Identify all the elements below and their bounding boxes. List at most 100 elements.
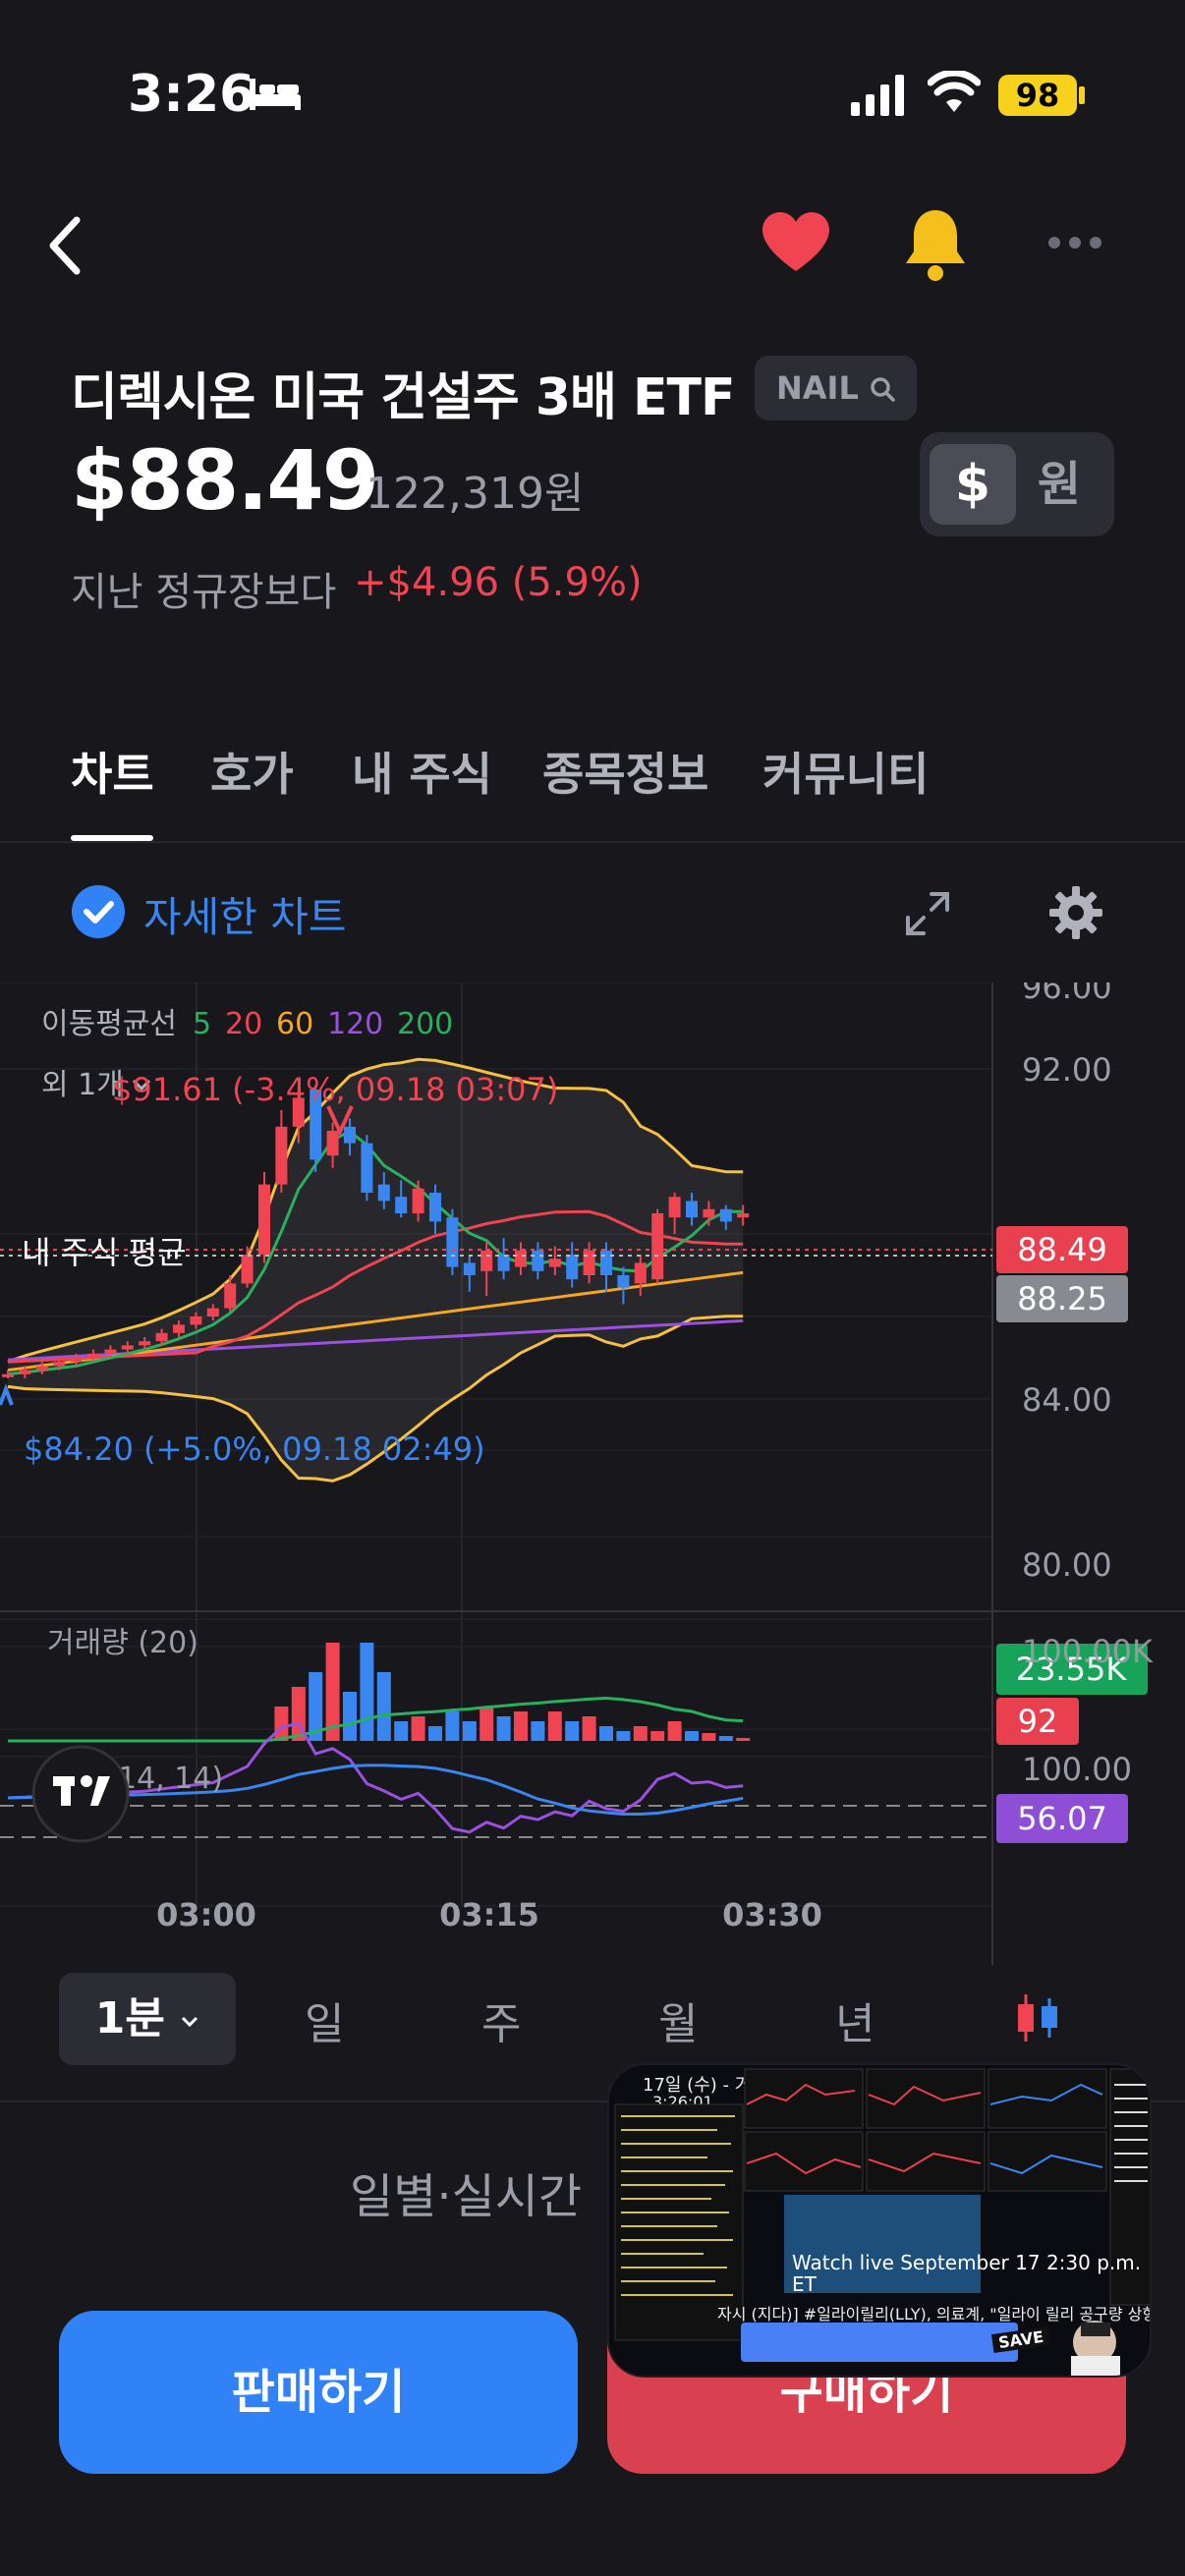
candle-body (651, 1213, 664, 1280)
y-tick-label: 84.00 (1022, 1381, 1112, 1419)
period-week[interactable]: 주 (481, 1988, 521, 2051)
period-year[interactable]: 년 (835, 1988, 875, 2051)
heart-icon[interactable] (761, 210, 831, 275)
price-krw: 122,319원 (366, 469, 585, 519)
chevron-left-icon[interactable] (47, 214, 86, 277)
ma-legend: 5 20 60 120 200 (193, 1007, 453, 1041)
pip-video-overlay[interactable]: 17일 (수) - 거래일 기준 3:26:01 Watch live Sept… (607, 2063, 1152, 2378)
rsi-axis-max: 100.00 (1022, 1751, 1132, 1788)
candle-body (326, 1131, 339, 1156)
currency-usd-option[interactable]: $ (930, 444, 1016, 525)
pip-news-ticker: 자시 (지다)] #일라이릴리(LLY), 의료계, "일라이 릴리 공구량 상… (717, 2305, 1152, 2324)
volume-label: 거래량 (20) (47, 1626, 198, 1660)
volume-bar (360, 1643, 374, 1741)
volume-bar (411, 1716, 425, 1741)
high-annotation: $91.61 (-3.4%, 09.18 03:07) (112, 1071, 558, 1108)
period-month[interactable]: 월 (658, 1988, 698, 2051)
volume-bar (394, 1721, 409, 1741)
status-time: 3:26 (128, 65, 255, 124)
tab-my-stock[interactable]: 내 주식 (352, 739, 492, 804)
volume-bar (376, 1672, 391, 1741)
ma-legend-item: 5 (193, 1007, 211, 1041)
candle-body (548, 1259, 561, 1267)
pip-live-text: Watch live September 17 2:30 p.m. ET (792, 2251, 1142, 2296)
candle-body (53, 1362, 66, 1367)
candle-body (668, 1197, 681, 1218)
change-value: +$4.96 (5.9%) (354, 560, 643, 605)
battery-level: 98 (998, 75, 1077, 116)
search-icon (871, 377, 895, 402)
candle-body (121, 1345, 134, 1350)
ma-legend-item: 120 (327, 1007, 383, 1041)
volume-bar (445, 1711, 460, 1741)
interval-selector[interactable]: 1분 (59, 1973, 236, 2065)
candlestick-type-icon[interactable] (1012, 1992, 1063, 2044)
price-chart[interactable]: 88.49 88.25 23.55K 92 56.07 100.00K 100.… (0, 982, 1185, 1965)
candle-body (600, 1250, 612, 1275)
low-annotation: $84.20 (+5.0%, 09.18 02:49) (24, 1430, 485, 1468)
ma-legend-item: 60 (276, 1007, 313, 1041)
candle-body (70, 1358, 83, 1363)
volume-bar (565, 1721, 580, 1741)
candle-body (173, 1324, 185, 1333)
bell-icon[interactable] (900, 206, 971, 283)
candle-body (87, 1353, 99, 1358)
candle-body (258, 1184, 270, 1255)
period-day[interactable]: 일 (305, 1988, 344, 2051)
candle-body (703, 1208, 715, 1218)
candle-body (155, 1332, 168, 1342)
candle-body (361, 1143, 373, 1193)
volume-bar (531, 1721, 545, 1741)
detail-chart-label[interactable]: 자세한 차트 (143, 884, 347, 944)
volume-bar (343, 1692, 357, 1741)
candle-body (463, 1262, 476, 1275)
y-tick-label: 80.00 (1022, 1546, 1112, 1584)
candle-body (532, 1250, 544, 1271)
tab-stock-info[interactable]: 종목정보 (542, 739, 708, 804)
candle-body (686, 1201, 698, 1218)
candle-body (515, 1250, 527, 1267)
change-label: 지난 정규장보다 (71, 570, 337, 615)
expand-icon[interactable] (902, 888, 953, 939)
volume-bar (274, 1707, 289, 1741)
current-price-tag: 88.49 (1017, 1231, 1107, 1268)
volume-bar (582, 1716, 596, 1741)
tab-divider (0, 841, 1185, 843)
y-tick-label: 96.00 (1022, 982, 1112, 1006)
tab-chart[interactable]: 차트 (71, 739, 154, 804)
ma-legend-item: 20 (225, 1007, 262, 1041)
candle-body (35, 1366, 48, 1371)
volume-bar (462, 1721, 477, 1741)
candle-body (497, 1255, 510, 1271)
gear-icon[interactable] (1047, 884, 1104, 941)
candle-body (429, 1193, 441, 1222)
volume-bar (702, 1733, 716, 1741)
volume-bar (496, 1716, 511, 1741)
tab-orderbook[interactable]: 호가 (210, 739, 294, 804)
tab-community[interactable]: 커뮤니티 (762, 739, 929, 804)
avg-price-tag: 88.25 (1017, 1280, 1107, 1317)
daily-realtime-label[interactable]: 일별·실시간 (350, 2157, 582, 2226)
candle-body (224, 1283, 237, 1309)
volume-bar (616, 1731, 631, 1741)
cellular-signal-icon (851, 75, 904, 116)
volume-ma-line (8, 1696, 744, 1743)
low-arrow-icon (0, 1383, 14, 1406)
volume-bar (650, 1731, 665, 1741)
check-circle-icon[interactable] (71, 884, 126, 939)
currency-krw-option[interactable]: 원 (1016, 444, 1102, 525)
x-tick-label: 03:00 (156, 1896, 256, 1933)
volume-count-tag: 92 (1018, 1703, 1058, 1740)
volume-axis-max: 100.00K (1022, 1633, 1154, 1670)
candle-body (737, 1213, 750, 1218)
volume-bar (547, 1711, 562, 1741)
more-icon[interactable] (1047, 236, 1102, 250)
ticker-label: NAIL (776, 369, 859, 407)
candle-body (241, 1255, 254, 1284)
candle-body (583, 1250, 595, 1275)
ticker-search-chip[interactable]: NAIL (755, 356, 917, 420)
candle-body (412, 1188, 424, 1213)
x-tick-label: 03:30 (722, 1896, 822, 1933)
candle-body (719, 1208, 732, 1222)
sell-button[interactable]: 판매하기 (59, 2311, 578, 2474)
